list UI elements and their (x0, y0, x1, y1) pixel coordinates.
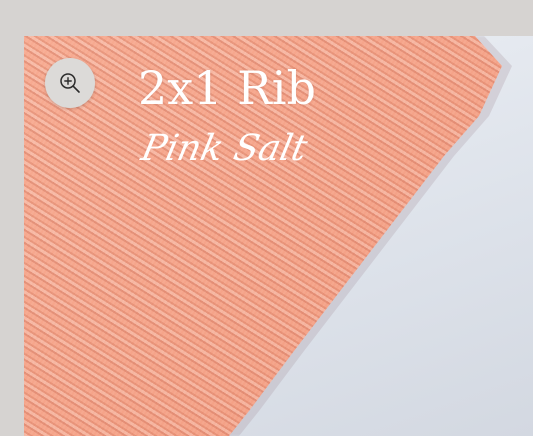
product-subtitle: Pink Salt (137, 128, 311, 169)
product-title: 2x1 Rib (138, 61, 316, 115)
product-image[interactable]: 2x1 Rib Pink Salt (24, 36, 533, 436)
zoom-button[interactable] (45, 58, 95, 108)
zoom-in-icon (60, 73, 80, 93)
image-viewer: 2x1 Rib Pink Salt (0, 0, 533, 436)
